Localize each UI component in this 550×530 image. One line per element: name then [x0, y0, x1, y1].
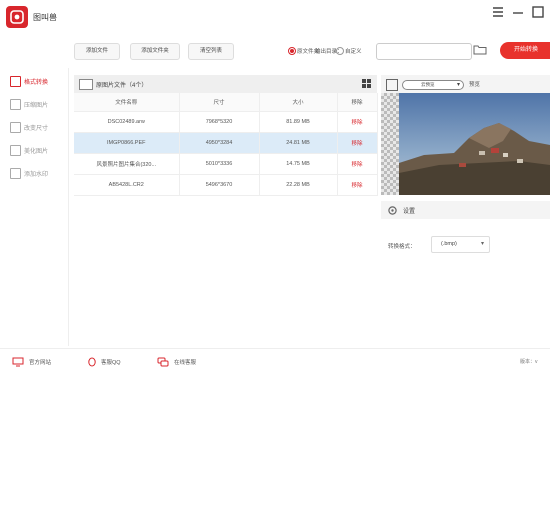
- file-size-cell: 22.28 MB: [259, 174, 338, 196]
- sidebar-item-watermark[interactable]: 添加水印: [8, 166, 66, 180]
- menu-icon[interactable]: [490, 4, 506, 20]
- file-size-cell: 81.89 MB: [259, 111, 338, 133]
- preview-image: [381, 93, 550, 195]
- version-label: 版本：v: [520, 359, 538, 365]
- remove-link[interactable]: 移除: [337, 174, 378, 196]
- column-header: 文件名称: [74, 93, 180, 112]
- toolbar: 添加文件 添加文件夹 清空列表 输出目录： 原文件夹 自定义 开始转换: [68, 34, 550, 68]
- maximize-icon[interactable]: [530, 4, 546, 20]
- sidebar-item-label: 美化图片: [24, 149, 49, 155]
- add-folder-button[interactable]: 添加文件夹: [130, 43, 180, 60]
- crop-icon[interactable]: [386, 79, 398, 91]
- app-title: 图叫兽: [33, 13, 57, 22]
- sidebar-item-beautify[interactable]: 美化图片: [8, 143, 66, 157]
- sidebar-item-label: 格式转换: [24, 80, 49, 86]
- title-bar: 图叫兽: [0, 0, 550, 34]
- sidebar-item-compress[interactable]: 压缩图片: [8, 97, 66, 111]
- online-support-link[interactable]: 在线客服: [157, 357, 196, 367]
- grid-view-icon[interactable]: [362, 79, 371, 88]
- file-name-cell: AB5428L.CR2: [74, 174, 180, 196]
- table-row[interactable]: IMGP0866.PEF 4950*3284 24.81 MB 移除: [74, 132, 378, 154]
- dimension-cell: 4950*3284: [179, 132, 260, 154]
- beautify-icon: [10, 145, 21, 156]
- file-size-cell: 24.81 MB: [259, 132, 338, 154]
- sidebar-item-format-convert[interactable]: 格式转换: [8, 74, 66, 88]
- radio-original-folder[interactable]: [288, 47, 296, 55]
- qq-icon: [88, 357, 96, 367]
- preview-header: 云预览 预览: [381, 75, 550, 93]
- footer: 官方网站 客服QQ 在线客服 版本：v: [0, 348, 550, 371]
- file-list-panel: 原图片文件（4个） 文件名称 尺寸 大小 移除 DSC02489.arw 796…: [74, 75, 378, 345]
- start-convert-button[interactable]: 开始转换: [500, 42, 550, 59]
- file-list-title: 原图片文件（4个）: [96, 83, 148, 89]
- format-select[interactable]: (.bmp): [431, 236, 490, 253]
- minimize-icon[interactable]: [510, 4, 526, 20]
- transparency-checkerboard: [381, 93, 399, 195]
- sidebar-item-resize[interactable]: 改变尺寸: [8, 120, 66, 134]
- radio-custom[interactable]: [336, 47, 344, 55]
- footer-label: 官方网站: [29, 360, 52, 366]
- official-site-link[interactable]: 官方网站: [12, 357, 51, 367]
- file-name-cell: 风景照片图片集合(320...: [74, 153, 180, 175]
- output-path-input[interactable]: [376, 43, 472, 60]
- remove-link[interactable]: 移除: [337, 111, 378, 133]
- table-row[interactable]: DSC02489.arw 7968*5320 81.89 MB 移除: [74, 111, 378, 133]
- chat-icon: [157, 357, 169, 367]
- dimension-cell: 5496*3670: [179, 174, 260, 196]
- compress-icon: [10, 99, 21, 110]
- image-icon: [79, 79, 93, 90]
- remove-link[interactable]: 移除: [337, 153, 378, 175]
- file-list-header: 原图片文件（4个）: [74, 75, 377, 93]
- preview-mode-select[interactable]: 云预览: [402, 80, 464, 90]
- footer-label: 在线客服: [174, 360, 197, 366]
- settings-title: 设置: [403, 209, 416, 215]
- remove-link[interactable]: 移除: [337, 132, 378, 154]
- format-label: 转换格式：: [388, 244, 416, 250]
- clear-list-button[interactable]: 清空列表: [188, 43, 234, 60]
- preview-label: 预览: [469, 82, 481, 88]
- preview-panel: 云预览 预览 设置 转换格式：: [381, 75, 550, 345]
- gear-icon: [387, 205, 398, 218]
- watermark-icon: [10, 168, 21, 179]
- convert-icon: [10, 76, 21, 87]
- sidebar-item-label: 压缩图片: [24, 103, 49, 109]
- folder-icon[interactable]: [473, 44, 487, 57]
- table-header-row: 文件名称 尺寸 大小 移除: [74, 93, 378, 112]
- app-logo-icon: [6, 6, 28, 28]
- footer-label: 客服QQ: [101, 360, 121, 366]
- dimension-cell: 7968*5320: [179, 111, 260, 133]
- dimension-cell: 5010*3336: [179, 153, 260, 175]
- table-row[interactable]: 风景照片图片集合(320... 5010*3336 14.75 MB 移除: [74, 153, 378, 175]
- file-table: 文件名称 尺寸 大小 移除 DSC02489.arw 7968*5320 81.…: [74, 93, 378, 196]
- support-qq-link[interactable]: 客服QQ: [87, 357, 121, 367]
- radio-original-label: 原文件夹: [297, 49, 320, 55]
- monitor-icon: [12, 357, 24, 367]
- sidebar-item-label: 改变尺寸: [24, 126, 49, 132]
- add-file-button[interactable]: 添加文件: [74, 43, 120, 60]
- file-name-cell: DSC02489.arw: [74, 111, 180, 133]
- resize-icon: [10, 122, 21, 133]
- file-name-cell: IMGP0866.PEF: [74, 132, 180, 154]
- radio-custom-label: 自定义: [345, 49, 362, 55]
- sidebar-item-label: 添加水印: [24, 172, 49, 178]
- table-row[interactable]: AB5428L.CR2 5496*3670 22.28 MB 移除: [74, 174, 378, 196]
- column-header: 尺寸: [179, 93, 260, 112]
- column-header: 大小: [259, 93, 338, 112]
- column-header: 移除: [337, 93, 378, 112]
- file-size-cell: 14.75 MB: [259, 153, 338, 175]
- sidebar: 格式转换 压缩图片 改变尺寸 美化图片 添加水印: [0, 34, 69, 346]
- settings-header: 设置: [381, 201, 550, 219]
